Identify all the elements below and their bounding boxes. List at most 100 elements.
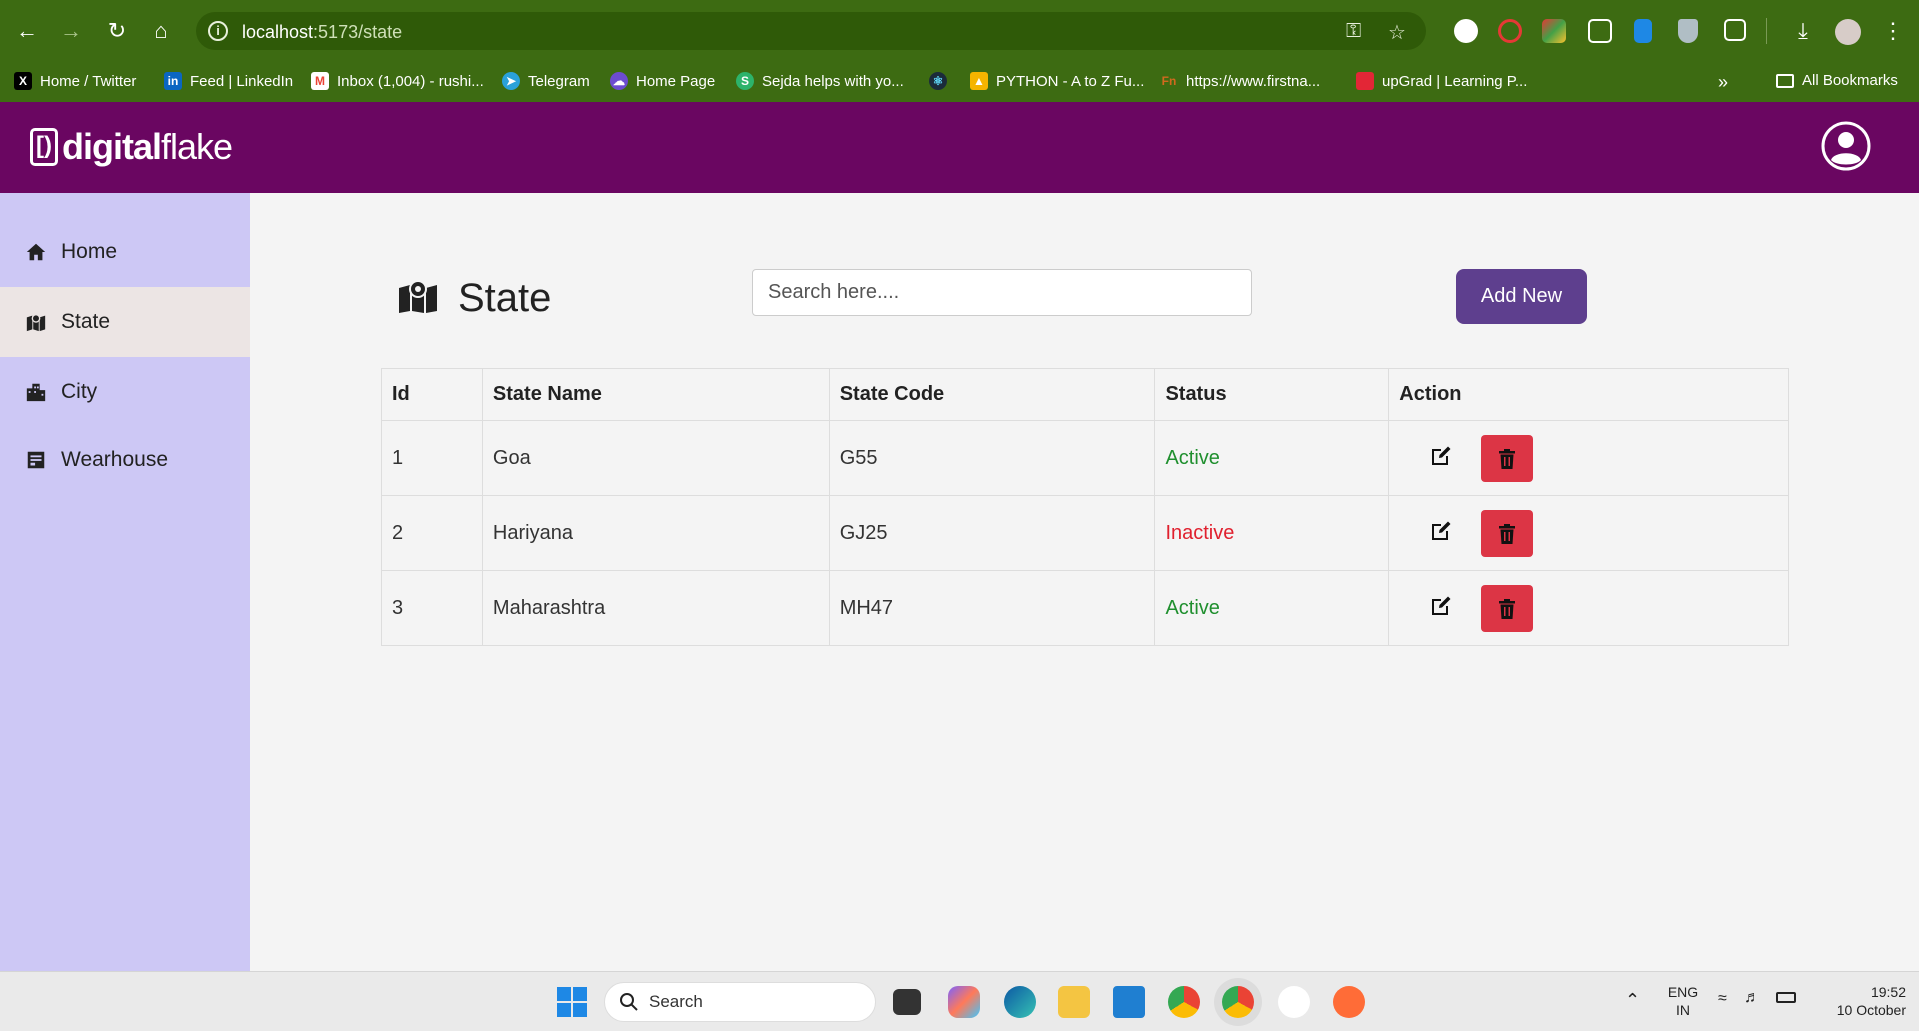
- taskbar-search-label: Search: [649, 992, 703, 1011]
- home-browser-icon[interactable]: ⌂: [146, 16, 176, 46]
- cell-id: 2: [381, 495, 483, 571]
- forward-icon[interactable]: →: [56, 16, 86, 46]
- bookmark-python[interactable]: ▲ PYTHON - A to Z Fu...: [970, 72, 1144, 90]
- table-row: 2 Hariyana GJ25 Inactive: [381, 495, 1789, 571]
- sidebar-item-wearhouse[interactable]: Wearhouse: [0, 425, 250, 495]
- lang-top: ENG: [1667, 984, 1699, 1000]
- language-indicator[interactable]: ENG IN: [1665, 983, 1701, 1019]
- edit-icon[interactable]: [1429, 519, 1453, 543]
- bookmark-linkedin[interactable]: in Feed | LinkedIn: [164, 72, 293, 90]
- add-new-button[interactable]: Add New: [1456, 269, 1587, 324]
- cell-id: 3: [381, 570, 483, 646]
- react-icon: ⚛: [929, 72, 947, 90]
- more-bookmarks-icon[interactable]: »: [1718, 72, 1728, 93]
- trash-icon: [1499, 523, 1516, 544]
- edit-icon[interactable]: [1429, 444, 1453, 468]
- site-info-icon[interactable]: i: [208, 21, 228, 41]
- column-header-state-name: State Name: [481, 368, 830, 421]
- chevron-up-icon[interactable]: ⌃: [1625, 990, 1640, 1011]
- delete-button[interactable]: [1481, 435, 1534, 482]
- bookmark-home-page[interactable]: ☁ Home Page: [610, 72, 715, 90]
- delete-button[interactable]: [1481, 510, 1534, 557]
- bookmark-sejda[interactable]: S Sejda helps with yo...: [736, 72, 904, 90]
- taskbar-search[interactable]: Search: [604, 982, 876, 1022]
- sidebar-item-label: Home: [61, 240, 118, 263]
- cell-state-code: GJ25: [828, 495, 1156, 571]
- delete-button[interactable]: [1481, 585, 1534, 632]
- toolbar-separator: [1766, 18, 1767, 44]
- edge-icon[interactable]: [1004, 986, 1036, 1018]
- reload-icon[interactable]: ↻: [102, 16, 132, 46]
- volume-icon[interactable]: ♬: [1744, 989, 1760, 1007]
- clock[interactable]: 19:52 10 October: [1816, 983, 1906, 1019]
- bookmark-label: PYTHON - A to Z Fu...: [996, 72, 1145, 90]
- cell-state-name: Goa: [481, 420, 830, 496]
- table-header-row: Id State Name State Code Status Action: [381, 368, 1789, 421]
- file-explorer-icon[interactable]: [1058, 986, 1090, 1018]
- extension-icon[interactable]: [1454, 19, 1478, 43]
- chrome-icon[interactable]: [1168, 986, 1200, 1018]
- digitalflake-logo[interactable]: [) digitalflake: [30, 126, 233, 168]
- bookmark-react[interactable]: ⚛: [929, 72, 947, 90]
- back-icon[interactable]: ←: [12, 16, 42, 46]
- search-icon: [620, 993, 638, 1011]
- color-extension-icon[interactable]: [1542, 19, 1566, 43]
- url-text[interactable]: localhost:5173/state: [242, 22, 402, 43]
- sidebar-item-city[interactable]: City: [0, 357, 250, 427]
- folder-icon: [1776, 73, 1794, 88]
- all-bookmarks[interactable]: All Bookmarks: [1776, 72, 1898, 89]
- download-icon[interactable]: ⤓: [1788, 16, 1818, 46]
- table-row: 3 Maharashtra MH47 Active: [381, 570, 1789, 646]
- column-header-action: Action: [1388, 368, 1789, 421]
- drive-icon: ▲: [970, 72, 988, 90]
- bookmark-gmail[interactable]: M Inbox (1,004) - rushi...: [311, 72, 484, 90]
- sidebar-item-label: City: [61, 380, 98, 403]
- bookmark-label: Home Page: [636, 72, 716, 90]
- cell-action: [1388, 420, 1789, 496]
- windows-start-icon[interactable]: [557, 987, 587, 1017]
- profile-avatar[interactable]: [1835, 19, 1861, 45]
- chrome-active-icon[interactable]: [1222, 986, 1254, 1018]
- cell-id: 1: [381, 420, 483, 496]
- star-icon[interactable]: ☆: [1388, 20, 1406, 45]
- bookmark-telegram[interactable]: ➤ Telegram: [502, 72, 590, 90]
- blocker-extension-icon[interactable]: [1498, 19, 1522, 43]
- key-icon[interactable]: ⚿: [1346, 20, 1361, 43]
- shield-extension-icon[interactable]: [1678, 19, 1698, 43]
- all-bookmarks-label: All Bookmarks: [1802, 72, 1898, 89]
- bookmark-label: Sejda helps with yo...: [762, 72, 904, 90]
- user-profile-icon[interactable]: [1820, 120, 1872, 172]
- wifi-icon[interactable]: ≈: [1718, 990, 1727, 1008]
- battery-icon[interactable]: [1776, 992, 1796, 1003]
- page-title: State: [458, 276, 552, 320]
- map-icon: [26, 313, 46, 332]
- cloud-icon: ☁: [610, 72, 628, 90]
- home-icon: [26, 243, 46, 261]
- clock-time: 19:52: [1870, 984, 1906, 1000]
- windows-taskbar: Search ⌃ ENG IN ≈ ♬ 19:52 10 October: [0, 971, 1919, 1031]
- copilot-icon[interactable]: [948, 986, 980, 1018]
- logo-text-light: flake: [161, 126, 233, 167]
- bookmarks-bar: X Home / Twitter in Feed | LinkedIn M Inbox…: [0, 62, 1919, 102]
- puzzle-icon[interactable]: [1724, 19, 1746, 41]
- telegram-icon: ➤: [502, 72, 520, 90]
- search-input[interactable]: [752, 269, 1252, 316]
- postman-icon[interactable]: [1333, 986, 1365, 1018]
- x-logo-icon: X: [14, 72, 32, 90]
- menu-kebab-icon[interactable]: ⋮: [1878, 16, 1908, 46]
- cell-action: [1388, 495, 1789, 571]
- bookmark-twitter[interactable]: X Home / Twitter: [14, 72, 136, 90]
- logo-mark: [): [30, 128, 58, 166]
- pip-extension-icon[interactable]: [1588, 19, 1612, 43]
- task-view-icon[interactable]: [893, 989, 921, 1015]
- address-bar[interactable]: i localhost:5173/state ⚿ ☆: [196, 12, 1426, 50]
- bookmark-firstna[interactable]: Fn https://www.firstna...: [1160, 72, 1321, 90]
- bookmark-upgrad[interactable]: upGrad | Learning P...: [1356, 72, 1527, 90]
- edit-icon[interactable]: [1429, 594, 1453, 618]
- mongodb-icon[interactable]: [1278, 986, 1310, 1018]
- sidebar-item-state[interactable]: State: [0, 287, 250, 357]
- vscode-icon[interactable]: [1113, 986, 1145, 1018]
- sidebar-item-home[interactable]: Home: [0, 217, 250, 287]
- bookmark-label: upGrad | Learning P...: [1382, 72, 1528, 90]
- docs-extension-icon[interactable]: [1634, 19, 1652, 43]
